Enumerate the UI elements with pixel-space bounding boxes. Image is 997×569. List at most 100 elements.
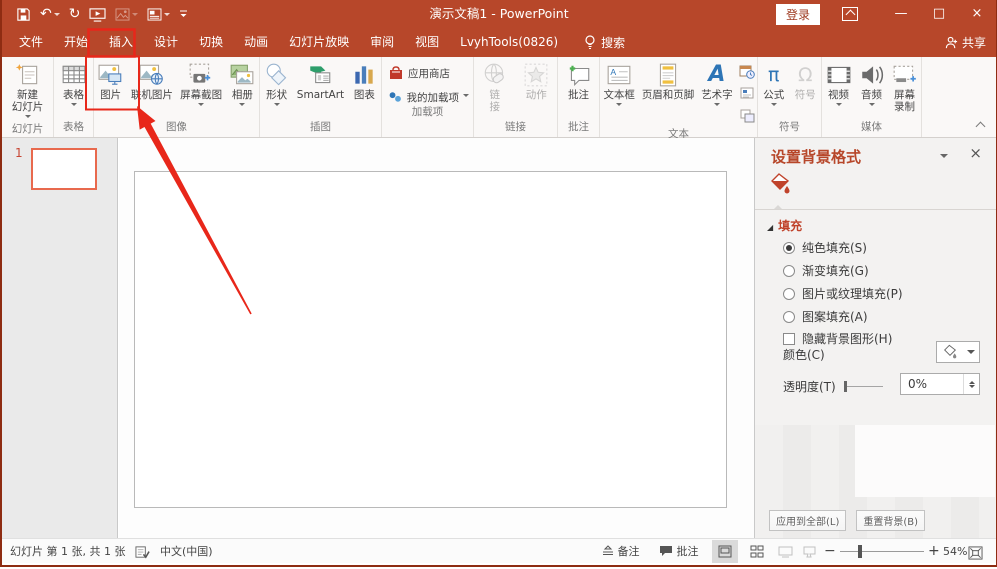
spin-down-icon[interactable] [968, 384, 975, 391]
new-comment-button[interactable]: 批注 [565, 60, 593, 102]
slide-sorter-view-button[interactable] [744, 540, 770, 563]
tell-me-search[interactable]: 搜索 [584, 28, 625, 57]
transparency-slider-track[interactable] [846, 386, 883, 387]
reset-background-button[interactable]: 重置背景(B) [856, 510, 926, 531]
group-label-slides: 幻灯片 [11, 123, 44, 135]
tab-slideshow[interactable]: 幻灯片放映 [279, 28, 359, 57]
radio-pattern-fill[interactable]: 图案填充(A) [783, 308, 868, 325]
panel-dropdown-icon[interactable] [940, 154, 948, 162]
tab-lvyhtools[interactable]: LvyhTools(0826) [450, 28, 568, 57]
reading-view-button[interactable] [772, 540, 798, 563]
radio-icon[interactable] [783, 310, 795, 323]
new-slide-button[interactable]: 新建 幻灯片 [11, 60, 45, 122]
screenshot-dropdown-icon[interactable] [198, 103, 205, 109]
photo-album-button[interactable]: 相册 [228, 60, 256, 110]
radio-icon[interactable] [783, 287, 795, 300]
color-picker-button[interactable] [936, 341, 980, 363]
audio-dropdown-icon[interactable] [868, 103, 875, 109]
radio-icon[interactable] [783, 264, 795, 277]
white-artifact-block [855, 425, 995, 497]
action-button: 动作 [522, 60, 550, 102]
equation-button[interactable]: π 公式 [762, 60, 785, 110]
header-footer-button[interactable]: 页眉和页脚 [641, 60, 696, 102]
screenshot-button[interactable]: 屏幕截图 [179, 60, 223, 110]
tab-home[interactable]: 开始 [54, 28, 98, 57]
fill-bucket-icon[interactable] [769, 172, 791, 199]
slide-counter[interactable]: 幻灯片 第 1 张, 共 1 张 [10, 539, 125, 564]
my-addins-icon [389, 92, 401, 102]
apply-to-all-button[interactable]: 应用到全部(L) [769, 510, 847, 531]
my-addins-dropdown-icon[interactable] [463, 94, 469, 100]
my-addins-button[interactable]: 我的加载项 [388, 89, 469, 105]
wordart-button[interactable]: A 艺术字 [700, 60, 734, 110]
group-text: A 文本框 页眉和页脚 A 艺术字 文本 [600, 57, 758, 140]
photo-album-dropdown-icon[interactable] [239, 103, 246, 109]
transparency-spinbox[interactable]: 0% [900, 373, 980, 395]
wordart-dropdown-icon[interactable] [713, 103, 720, 109]
tab-design[interactable]: 设计 [144, 28, 188, 57]
comments-toggle[interactable]: 批注 [659, 539, 699, 564]
tab-insert[interactable]: 插入 [99, 28, 143, 57]
textbox-button[interactable]: A 文本框 [602, 60, 636, 110]
new-slide-dropdown-icon[interactable] [24, 115, 31, 121]
fill-section-header[interactable]: ◢ 填充 [767, 217, 802, 234]
tab-review[interactable]: 审阅 [360, 28, 404, 57]
video-dropdown-icon[interactable] [835, 103, 842, 109]
table-button[interactable]: 表格 [60, 60, 88, 110]
notes-toggle[interactable]: 备注 [602, 539, 640, 564]
slide-number-button[interactable] [739, 86, 755, 105]
share-button[interactable]: 共享 [945, 28, 986, 57]
video-button[interactable]: 视频 [825, 60, 853, 110]
zoom-out-button[interactable]: − [824, 539, 836, 564]
table-icon [61, 61, 87, 89]
tab-transitions[interactable]: 切换 [189, 28, 233, 57]
audio-button[interactable]: 音频 [858, 60, 886, 110]
section-expand-icon[interactable]: ◢ [767, 223, 773, 232]
slideshow-view-button[interactable] [796, 540, 822, 563]
normal-view-button[interactable] [712, 540, 738, 563]
chart-button[interactable]: 图表 [350, 60, 378, 102]
tab-file[interactable]: 文件 [9, 28, 53, 57]
checkbox-hide-background[interactable]: 隐藏背景图形(H) [783, 330, 892, 347]
screen-record-button[interactable]: 屏幕 录制 [891, 60, 919, 114]
date-time-button[interactable] [739, 64, 755, 83]
table-dropdown-icon[interactable] [70, 103, 77, 109]
login-button[interactable]: 登录 [775, 3, 820, 25]
minimize-button[interactable]: — [882, 0, 920, 28]
zoom-slider-track[interactable] [840, 551, 924, 552]
collapse-ribbon-icon[interactable] [976, 121, 986, 129]
radio-gradient-fill[interactable]: 渐变填充(G) [783, 262, 869, 279]
spin-up-icon[interactable] [968, 378, 975, 384]
tab-animations[interactable]: 动画 [234, 28, 278, 57]
maximize-button[interactable]: □ [920, 0, 958, 28]
radio-picture-fill[interactable]: 图片或纹理填充(P) [783, 285, 903, 302]
language-indicator[interactable]: 中文(中国) [160, 539, 213, 564]
tab-view[interactable]: 视图 [405, 28, 449, 57]
zoom-slider-thumb[interactable] [858, 545, 862, 558]
object-button[interactable] [739, 108, 755, 127]
spellcheck-icon[interactable] [135, 544, 150, 569]
lightbulb-icon [585, 35, 595, 49]
panel-close-icon[interactable]: × [969, 144, 982, 162]
zoom-in-button[interactable]: + [928, 539, 940, 564]
slide-thumbnail-1[interactable] [31, 148, 97, 190]
checkbox-icon[interactable] [783, 332, 795, 345]
pictures-button[interactable]: 图片 [97, 60, 125, 102]
transparency-value[interactable]: 0% [901, 377, 963, 391]
slide-canvas[interactable] [134, 171, 727, 508]
equation-dropdown-icon[interactable] [770, 103, 777, 109]
shapes-dropdown-icon[interactable] [273, 103, 280, 109]
textbox-dropdown-icon[interactable] [616, 103, 623, 109]
shapes-button[interactable]: 形状 [263, 60, 291, 110]
online-pictures-button[interactable]: 联机图片 [130, 60, 174, 102]
zoom-percentage[interactable]: 54% [943, 539, 967, 564]
store-button[interactable]: 应用商店 [388, 65, 469, 81]
radio-icon[interactable] [783, 241, 795, 254]
fit-slide-to-window-icon[interactable] [968, 544, 983, 569]
ribbon-insert: 新建 幻灯片 幻灯片 表格 表格 图片 联机图片 屏幕截图 相册 图像 形状 S… [2, 57, 996, 140]
smartart-button[interactable]: SmartArt [296, 60, 345, 102]
close-button[interactable]: × [958, 0, 996, 28]
ribbon-display-options-icon[interactable] [842, 7, 858, 21]
color-dropdown-icon[interactable] [966, 350, 975, 358]
radio-solid-fill[interactable]: 纯色填充(S) [783, 239, 867, 256]
